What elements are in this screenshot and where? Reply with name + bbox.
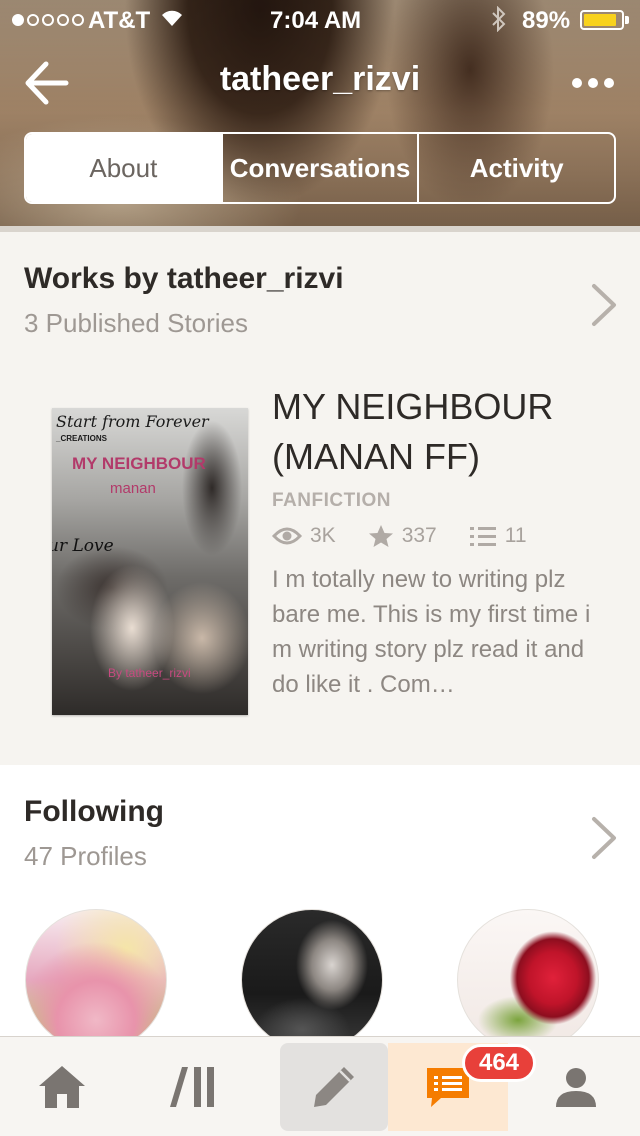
- votes-stat: 337: [368, 524, 437, 548]
- more-dots-icon: [572, 78, 582, 88]
- battery-icon: [580, 10, 624, 30]
- works-section: Works by tatheer_rizvi 3 Published Stori…: [0, 232, 640, 765]
- cover-text: manan: [110, 480, 156, 497]
- tab-activity[interactable]: Activity: [417, 134, 614, 202]
- story-cover[interactable]: Start from Forever _CREATIONS MY NEIGHBO…: [52, 408, 248, 715]
- avatar[interactable]: [241, 909, 383, 1051]
- tab-profile[interactable]: [522, 1043, 630, 1131]
- tab-bar: [0, 1036, 640, 1136]
- notification-badge: 464: [462, 1044, 536, 1082]
- tab-write[interactable]: [280, 1043, 388, 1131]
- parts-stat: 11: [469, 524, 527, 548]
- votes-count: 337: [401, 524, 437, 547]
- profile-username: tatheer_rizvi: [219, 60, 421, 98]
- story-category: FANFICTION: [272, 490, 391, 511]
- tab-library[interactable]: [138, 1043, 246, 1131]
- story-stats: 3K 337 11: [272, 524, 559, 548]
- battery-tip: [625, 16, 629, 24]
- carrier-label: AT&T: [88, 7, 151, 34]
- cover-text: Start from Forever: [56, 412, 209, 431]
- eye-icon: [272, 527, 302, 545]
- cover-text: By tatheer_rizvi: [108, 666, 191, 680]
- chevron-right-icon[interactable]: [590, 815, 618, 861]
- library-icon: [170, 1067, 214, 1107]
- status-bar: AT&T 7:04 AM 89%: [0, 0, 640, 40]
- home-icon: [39, 1066, 85, 1108]
- cover-text: MY NEIGHBOUR: [72, 454, 206, 473]
- profile-icon: [556, 1068, 596, 1107]
- write-icon: [314, 1067, 354, 1107]
- list-icon: [469, 527, 496, 546]
- star-icon: [368, 525, 393, 547]
- views-stat: 3K: [272, 524, 336, 548]
- following-section: Following 47 Profiles: [0, 765, 640, 1051]
- cover-text: ur Love: [52, 536, 114, 556]
- story-description[interactable]: I m totally new to writing plz bare me. …: [272, 562, 612, 702]
- avatar[interactable]: [457, 909, 599, 1051]
- following-count: 47 Profiles: [24, 841, 147, 871]
- wifi-icon: [160, 6, 184, 35]
- status-time: 7:04 AM: [270, 7, 362, 34]
- following-title[interactable]: Following: [24, 795, 164, 829]
- story-title[interactable]: MY NEIGHBOUR (MANAN FF): [272, 382, 612, 482]
- tab-about[interactable]: About: [26, 134, 221, 202]
- works-title[interactable]: Works by tatheer_rizvi: [24, 262, 344, 296]
- battery-percent: 89%: [522, 7, 571, 34]
- views-count: 3K: [310, 524, 336, 547]
- works-count: 3 Published Stories: [24, 308, 249, 338]
- parts-count: 11: [504, 524, 527, 547]
- avatar[interactable]: [25, 909, 167, 1051]
- tab-home[interactable]: [8, 1043, 116, 1131]
- tab-conversations[interactable]: Conversations: [220, 134, 418, 202]
- chevron-right-icon[interactable]: [590, 282, 618, 328]
- cover-text: _CREATIONS: [56, 434, 107, 443]
- more-options-button[interactable]: [572, 75, 616, 91]
- bluetooth-icon: [490, 5, 508, 39]
- signal-strength-icon: [12, 14, 84, 26]
- profile-tabs: About Conversations Activity: [24, 132, 616, 204]
